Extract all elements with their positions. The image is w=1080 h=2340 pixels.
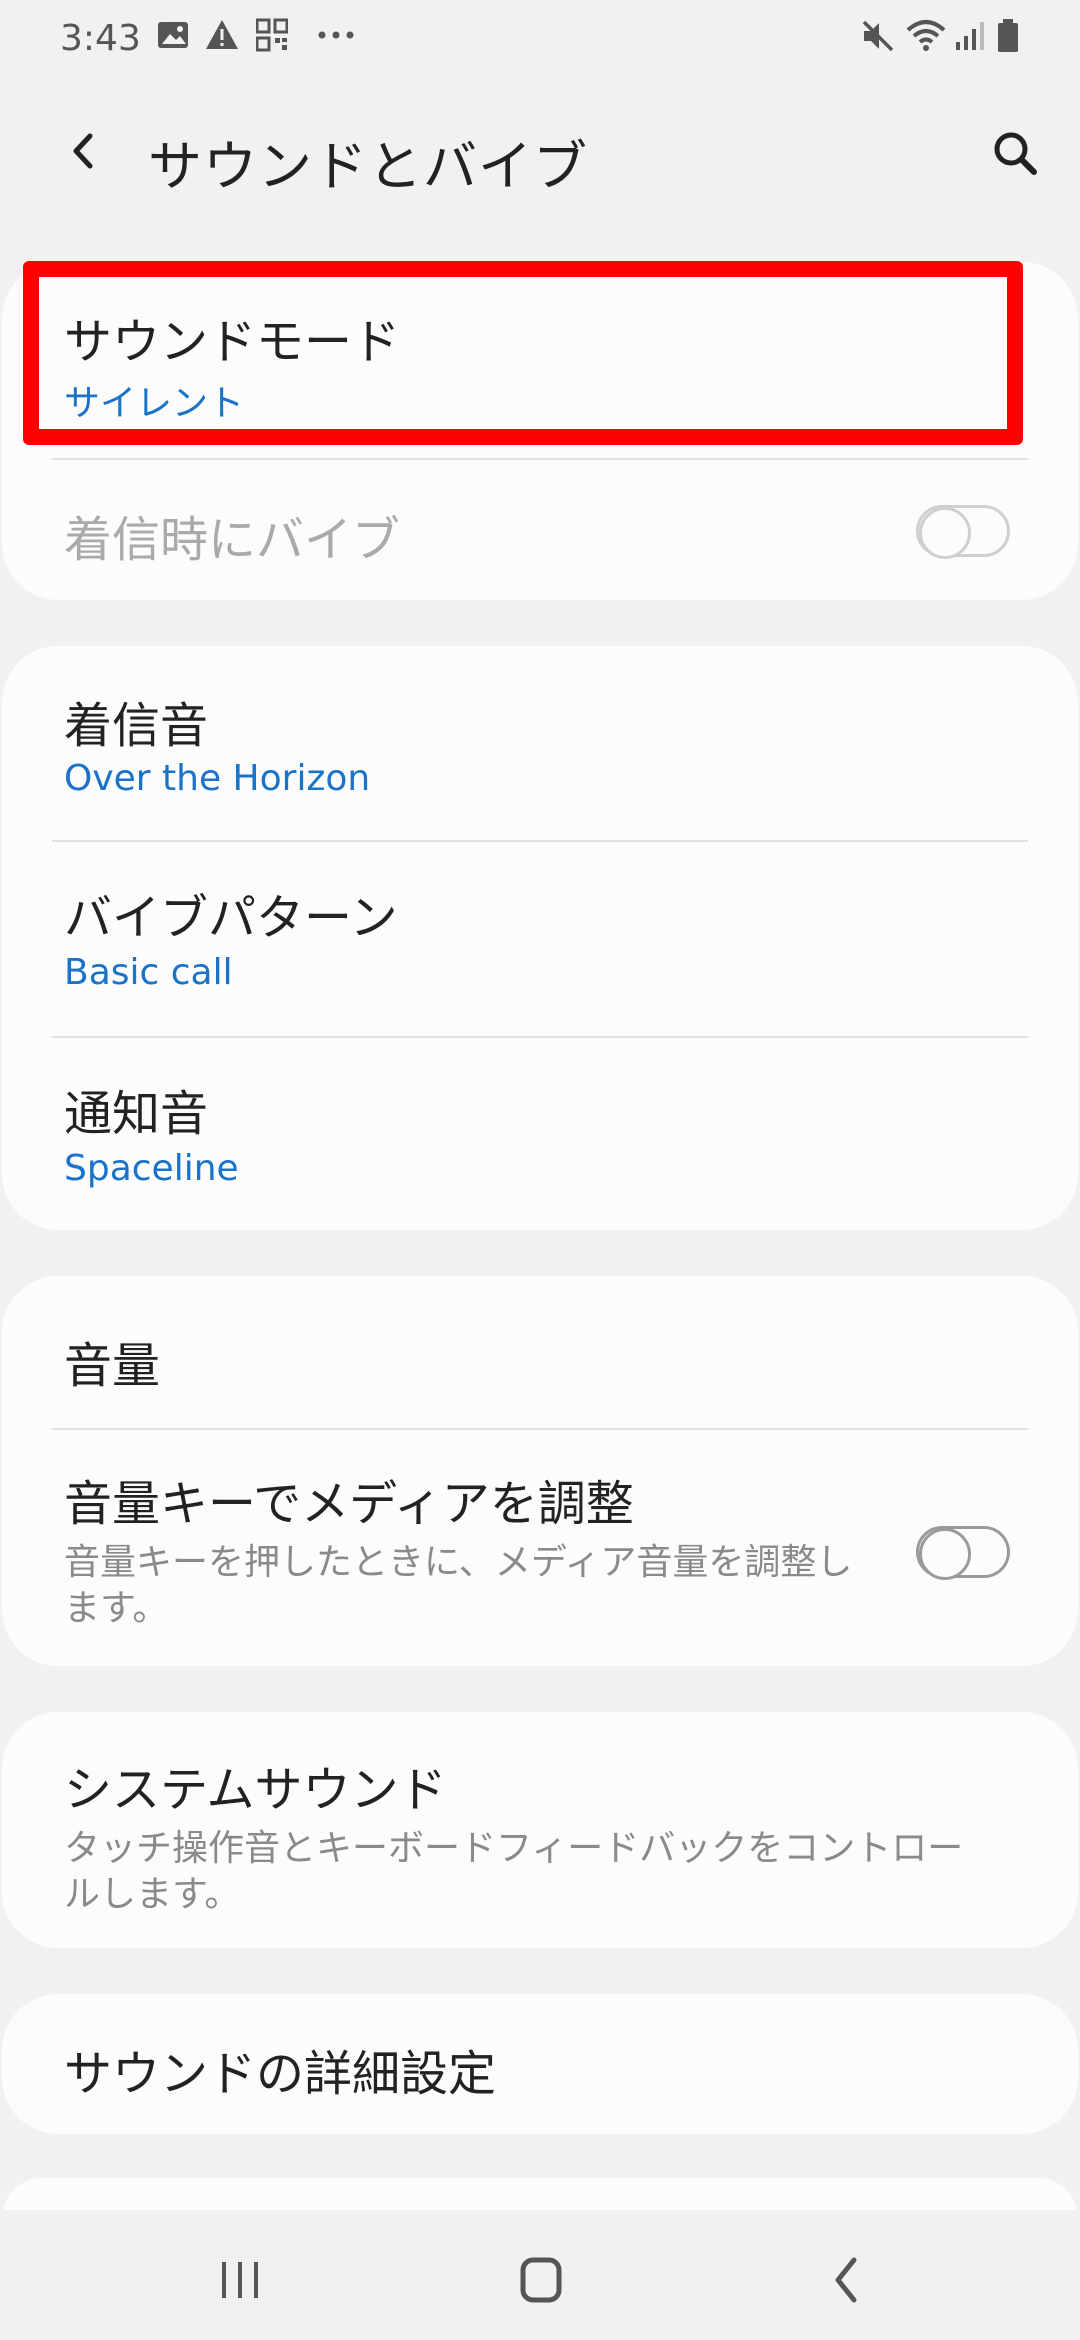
- navigation-bar: [0, 2210, 1080, 2340]
- highlight-box: [23, 261, 1023, 445]
- warning-icon: [204, 18, 240, 56]
- notification-sound-value: Spaceline: [64, 1148, 239, 1189]
- advanced-sound-card: サウンドの詳細設定: [2, 1994, 1078, 2134]
- vibrate-on-ring-toggle[interactable]: [916, 505, 1010, 559]
- system-sound-card: システムサウンド タッチ操作音とキーボードフィードバックをコントロールします。: [2, 1712, 1078, 1948]
- more-dots-icon: [316, 22, 356, 52]
- vibration-pattern-title: バイブパターン: [64, 890, 398, 946]
- search-button[interactable]: [980, 118, 1050, 188]
- ringtone-value: Over the Horizon: [64, 758, 371, 799]
- notification-sound-item[interactable]: 通知音 Spaceline: [2, 1038, 1078, 1230]
- qr-code-icon: [255, 18, 289, 56]
- volume-title: 音量: [64, 1338, 161, 1394]
- volume-item[interactable]: 音量: [2, 1276, 1078, 1428]
- back-button[interactable]: [52, 118, 118, 184]
- page-title: サウンドとバイブ: [148, 135, 588, 198]
- system-sound-description: タッチ操作音とキーボードフィードバックをコントロールします。: [64, 1828, 964, 1915]
- advanced-sound-settings-title: サウンドの詳細設定: [64, 2046, 497, 2102]
- volume-key-media-title: 音量キーでメディアを調整: [64, 1476, 634, 1532]
- recent-apps-icon: [222, 2262, 258, 2298]
- toggle-knob: [919, 1528, 971, 1580]
- status-time: 3:43: [60, 18, 141, 59]
- home-button[interactable]: [506, 2250, 576, 2310]
- volume-key-media-toggle[interactable]: [916, 1526, 1010, 1580]
- app-header: サウンドとバイブ: [0, 100, 1080, 210]
- mute-icon: [860, 18, 896, 58]
- home-icon: [520, 2257, 562, 2303]
- ringtone-title: 着信音: [64, 698, 209, 754]
- signal-icon: [954, 18, 984, 58]
- back-arrow-icon: [73, 133, 93, 169]
- volume-card: 音量 音量キーでメディアを調整 音量キーを押したときに、メディア音量を調整します…: [2, 1276, 1078, 1666]
- wifi-icon: [904, 18, 948, 58]
- vibrate-on-ring-item[interactable]: 着信時にバイブ: [2, 460, 1078, 600]
- system-sound-title: システムサウンド: [64, 1762, 447, 1818]
- volume-key-media-item[interactable]: 音量キーでメディアを調整 音量キーを押したときに、メディア音量を調整します。: [2, 1430, 1078, 1666]
- battery-icon: [996, 18, 1020, 58]
- ringtone-item[interactable]: 着信音 Over the Horizon: [2, 646, 1078, 840]
- notification-sound-title: 通知音: [64, 1086, 209, 1142]
- image-icon: [156, 18, 190, 56]
- vibration-pattern-item[interactable]: バイブパターン Basic call: [2, 842, 1078, 1036]
- advanced-sound-settings-item[interactable]: サウンドの詳細設定: [2, 1994, 1078, 2134]
- status-bar: 3:43: [0, 0, 1080, 80]
- nav-back-button[interactable]: [812, 2250, 882, 2310]
- system-sound-item[interactable]: システムサウンド タッチ操作音とキーボードフィードバックをコントロールします。: [2, 1712, 1078, 1948]
- vibration-pattern-value: Basic call: [64, 952, 233, 993]
- search-icon: [994, 132, 1037, 175]
- ringtone-card: 着信音 Over the Horizon バイブパターン Basic call …: [2, 646, 1078, 1230]
- volume-key-media-description: 音量キーを押したときに、メディア音量を調整します。: [64, 1542, 853, 1629]
- toggle-knob: [919, 507, 971, 559]
- recent-apps-button[interactable]: [206, 2250, 276, 2310]
- vibrate-on-ring-title: 着信時にバイブ: [64, 512, 401, 568]
- back-icon: [835, 2257, 857, 2303]
